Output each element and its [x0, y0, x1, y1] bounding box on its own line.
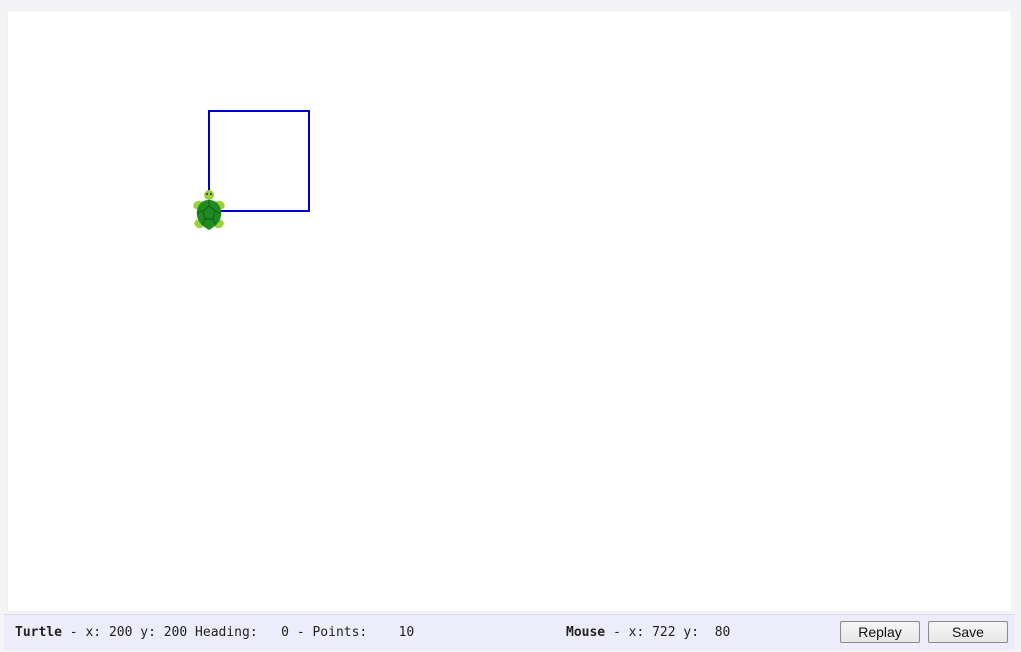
- turtle-y-value: 200: [163, 625, 188, 640]
- turtle-canvas[interactable]: [7, 10, 1012, 612]
- drawn-square-path: [208, 110, 310, 212]
- turtle-x-label: x:: [85, 625, 102, 640]
- points-label: Points:: [312, 625, 368, 640]
- turtle-status: Turtle - x: 200 y: 200 Heading: 0 - Poin…: [15, 625, 414, 640]
- replay-button[interactable]: Replay: [840, 621, 920, 643]
- turtle-y-label: y:: [140, 625, 156, 640]
- mouse-label: Mouse: [566, 625, 606, 640]
- mouse-y-label: y:: [683, 625, 700, 640]
- save-button[interactable]: Save: [928, 621, 1008, 643]
- status-bar: Turtle - x: 200 y: 200 Heading: 0 - Poin…: [4, 614, 1015, 650]
- turtle-label: Turtle: [15, 625, 62, 640]
- mouse-status: Mouse - x: 722 y: 80: [566, 625, 730, 640]
- heading-label: Heading:: [195, 625, 258, 640]
- separator: -: [69, 625, 78, 640]
- separator: -: [612, 625, 621, 640]
- mouse-y-value: 80: [714, 625, 731, 640]
- points-value: 10: [398, 625, 415, 640]
- app-window: Turtle - x: 200 y: 200 Heading: 0 - Poin…: [0, 0, 1021, 652]
- mouse-x-value: 722: [652, 625, 676, 640]
- turtle-x-value: 200: [108, 625, 133, 640]
- canvas-drawing: [193, 110, 310, 230]
- heading-value: 0: [281, 625, 289, 640]
- separator: -: [296, 625, 305, 640]
- mouse-x-label: x:: [628, 625, 645, 640]
